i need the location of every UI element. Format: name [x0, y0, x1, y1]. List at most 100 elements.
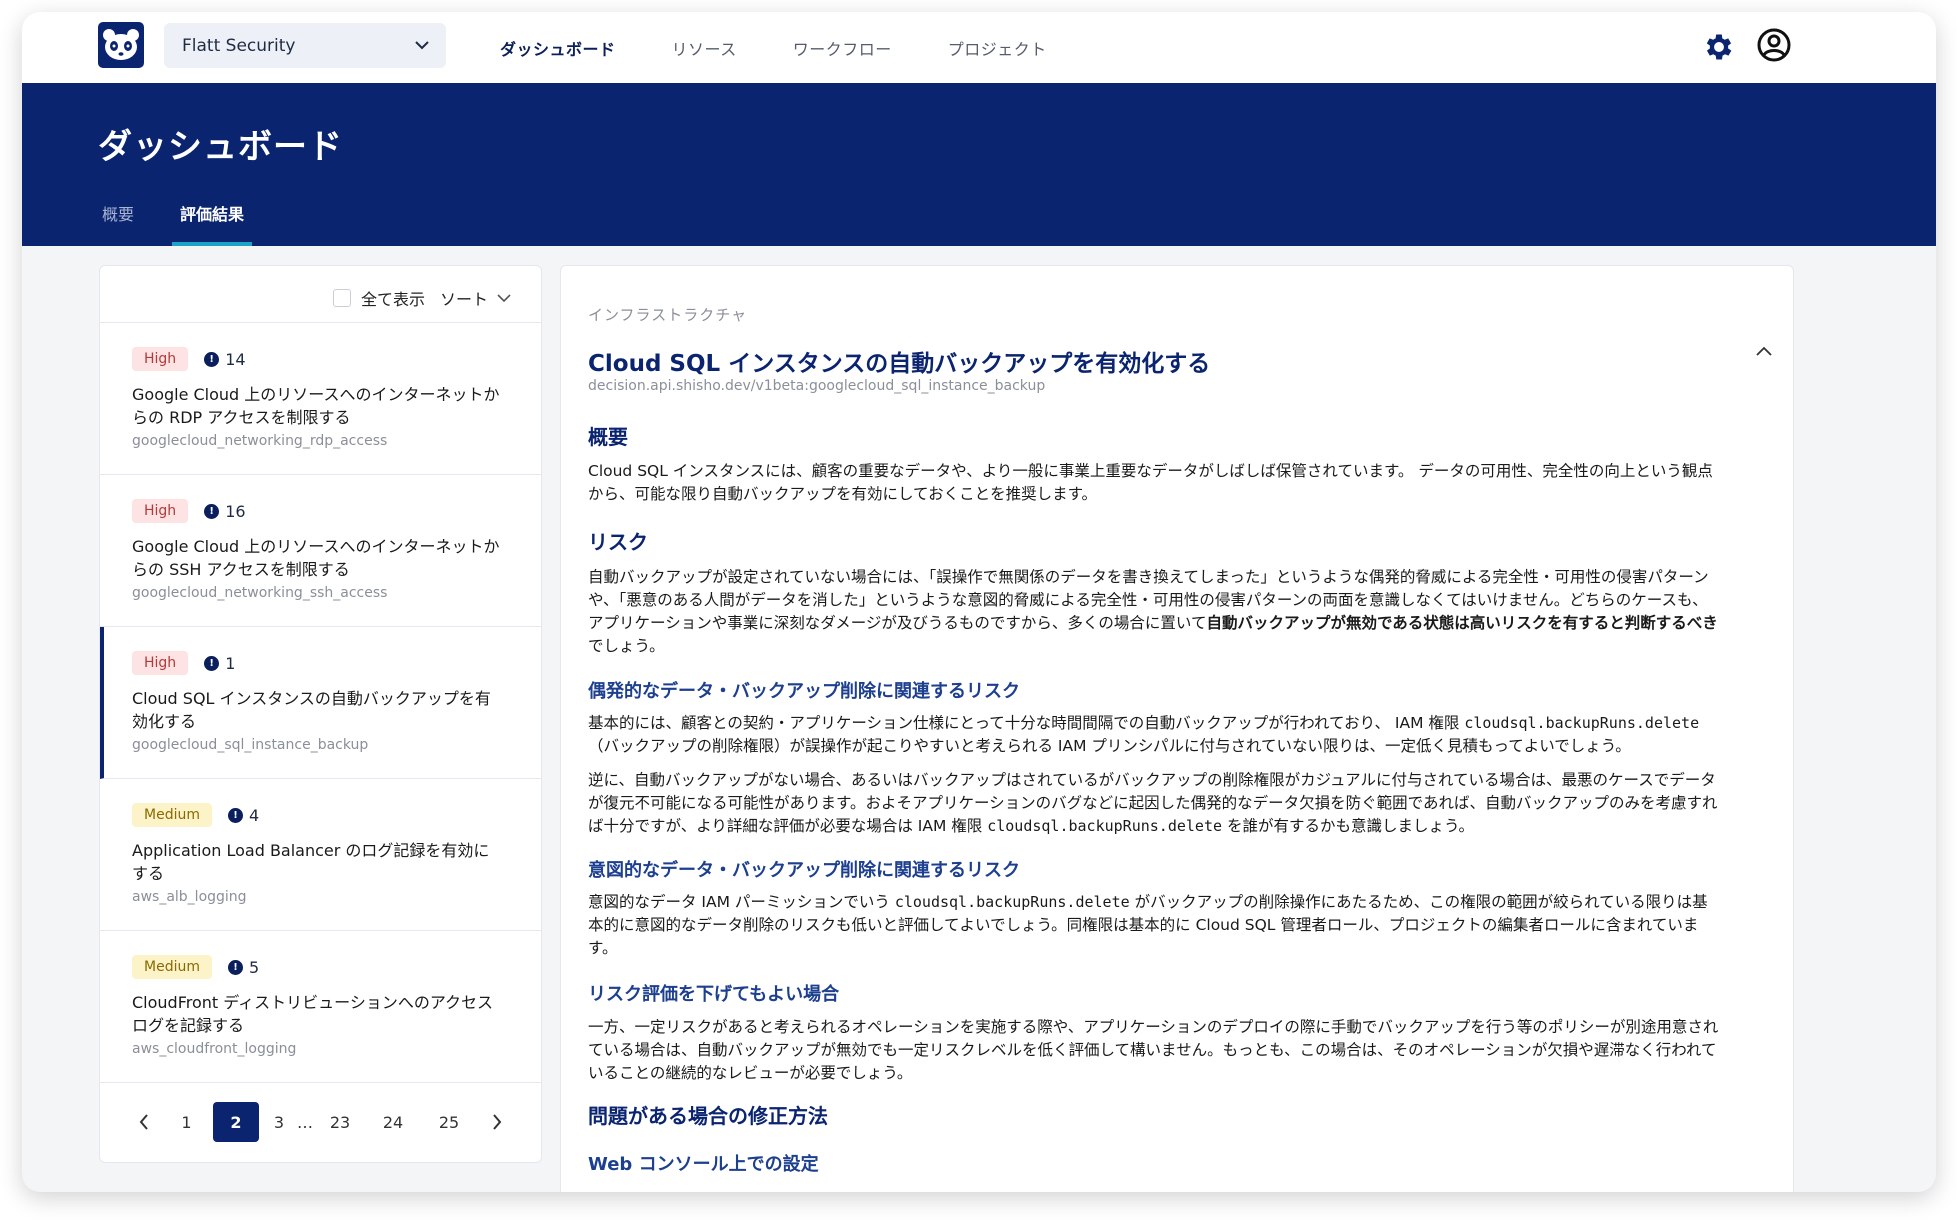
- page-current[interactable]: 2: [213, 1102, 259, 1142]
- permission-code: cloudsql.backupRuns.delete: [894, 893, 1130, 911]
- item-id: googlecloud_sql_instance_backup: [132, 737, 369, 753]
- finding-count: ! 14: [204, 349, 246, 369]
- show-all-toggle[interactable]: 全て表示: [333, 286, 425, 310]
- detail-title: Cloud SQL インスタンスの自動バックアップを有効化する: [588, 351, 1211, 377]
- page-ellipsis: …: [297, 1112, 313, 1132]
- accidental-text-2: 逆に、自動バックアップがない場合、あるいはバックアップはされているがバックアップ…: [588, 769, 1768, 838]
- page-title: ダッシュボード: [98, 127, 343, 167]
- section-heading-risk: リスク: [588, 530, 648, 554]
- item-id: aws_alb_logging: [132, 889, 247, 905]
- page-24[interactable]: 24: [365, 1113, 421, 1132]
- top-navigation: Flatt Security ダッシュボード リソース ワークフロー プロジェク…: [22, 12, 1936, 83]
- finding-count: ! 4: [227, 805, 260, 825]
- page-1[interactable]: 1: [164, 1113, 209, 1132]
- item-title: Google Cloud 上のリソースへのインターネットからの RDP アクセス…: [132, 385, 500, 427]
- tab-overview[interactable]: 概要: [98, 201, 138, 246]
- intentional-line-3: す。: [588, 939, 618, 957]
- item-title: Application Load Balancer のログ記録を有効にする: [132, 841, 490, 883]
- tab-overview-label: 概要: [102, 205, 135, 224]
- organization-name: Flatt Security: [182, 35, 296, 56]
- results-list-panel: 全て表示 ソート High ! 14 Google Cloud 上のリソースへのイ…: [99, 265, 542, 1163]
- accidental-1-line-2: （バックアップの削除権限）が誤操作が起こりやすいと考えられる IAM プリンシパ…: [588, 737, 1631, 755]
- risk-emphasis: 自動バックアップが無効である状態は高いリスクを有すると判断するべき: [1206, 614, 1718, 632]
- finding-count: ! 5: [227, 957, 260, 977]
- risk-line-3: アプリケーションや事業に深刻なダメージが及びうるものですから、多くの場合に置いて…: [588, 612, 1768, 635]
- item-title: Cloud SQL インスタンスの自動バックアップを有効化する: [132, 689, 491, 731]
- overview-text: Cloud SQL インスタンスには、顧客の重要なデータや、より一般に事業上重要…: [588, 460, 1768, 506]
- permission-code: cloudsql.backupRuns.delete: [987, 817, 1223, 835]
- sort-label: ソート: [440, 290, 489, 309]
- chevron-down-icon: [497, 294, 511, 303]
- user-account-icon[interactable]: [1756, 27, 1792, 63]
- finding-count-value: 4: [248, 805, 260, 825]
- finding-count-value: 16: [225, 501, 246, 521]
- organization-select[interactable]: Flatt Security: [164, 23, 446, 68]
- tab-results-label: 評価結果: [180, 205, 245, 224]
- finding-count: ! 1: [204, 654, 235, 673]
- intentional-text-b: がバックアップの削除操作にあたるため、この権限の範囲が絞られている限りは基: [1129, 893, 1708, 911]
- info-icon: !: [204, 351, 220, 367]
- risk-text: 自動バックアップが設定されていない場合には、「誤操作で無関係のデータを書き換えて…: [588, 566, 1768, 658]
- gear-icon[interactable]: [1702, 30, 1736, 64]
- severity-badge: High: [132, 499, 189, 523]
- next-page-button[interactable]: [477, 1113, 517, 1131]
- list-item[interactable]: Medium ! 5 CloudFront ディストリビューションへのアクセスログ…: [100, 931, 541, 1083]
- severity-badge: Medium: [132, 803, 212, 827]
- app-window: Flatt Security ダッシュボード リソース ワークフロー プロジェク…: [22, 12, 1936, 1192]
- page-header: ダッシュボード 概要 評価結果: [22, 83, 1936, 246]
- overview-line-2: から、可能な限り自動バックアップを有効にしておくことを推奨します。: [588, 485, 1098, 503]
- finding-count-value: 5: [248, 957, 260, 977]
- page-3[interactable]: 3: [263, 1113, 295, 1132]
- accidental-2-line-3: ば十分ですが、より詳細な評価が必要な場合は IAM 権限 cloudsql.ba…: [588, 815, 1768, 838]
- page-25[interactable]: 25: [421, 1113, 477, 1132]
- info-icon: !: [227, 807, 243, 823]
- page-tabs: 概要 評価結果: [98, 201, 286, 246]
- pagination: 1 2 3 … 23 24 25: [100, 1082, 541, 1162]
- sort-dropdown[interactable]: ソート: [440, 286, 512, 310]
- intentional-text: 意図的なデータ IAM パーミッションでいう cloudsql.backupRu…: [588, 891, 1768, 960]
- section-heading-web-console: Web コンソール上での設定: [588, 1154, 819, 1175]
- lower-risk-line-3: いることの継続的なレビューが必要でしょう。: [588, 1064, 913, 1082]
- nav-link-resources[interactable]: リソース: [672, 36, 737, 60]
- nav-link-projects[interactable]: プロジェクト: [948, 36, 1047, 60]
- prev-page-button[interactable]: [124, 1113, 164, 1131]
- risk-line-2: や、「悪意のある人間がデータを消した」というような意図的脅威による完全性・可用性…: [588, 591, 1708, 609]
- panda-logo-icon[interactable]: [98, 22, 144, 68]
- nav-link-dashboard[interactable]: ダッシュボード: [500, 36, 616, 60]
- show-all-checkbox[interactable]: [333, 289, 351, 307]
- accidental-2-text-b: を誰が有するかも意識しましょう。: [1222, 817, 1475, 835]
- info-icon: !: [204, 503, 220, 519]
- accidental-2-text-a: ば十分ですが、より詳細な評価が必要な場合は IAM 権限: [588, 817, 988, 835]
- detail-id: decision.api.shisho.dev/v1beta:googleclo…: [588, 378, 1046, 394]
- list-item[interactable]: High ! 14 Google Cloud 上のリソースへのインターネットからの…: [100, 323, 541, 475]
- chevron-down-icon: [415, 41, 429, 50]
- lower-risk-line-1: 一方、一定リスクがあると考えられるオペレーションを実施する際や、アプリケーション…: [588, 1018, 1719, 1036]
- intentional-line-2: 本的に意図的なデータ削除のリスクも低いと評価してよいでしょう。同権限は基本的に …: [588, 916, 1699, 934]
- item-title: Google Cloud 上のリソースへのインターネットからの SSH アクセス…: [132, 537, 500, 579]
- list-toolbar: 全て表示 ソート: [100, 266, 541, 323]
- info-icon: !: [204, 655, 220, 671]
- finding-count-value: 1: [225, 653, 236, 673]
- accidental-1-text: 基本的には、顧客との契約・アプリケーション仕様にとって十分な時間間隔での自動バッ…: [588, 714, 1465, 732]
- risk-line-3a: アプリケーションや事業に深刻なダメージが及びうるものですから、多くの場合に置いて: [588, 614, 1207, 632]
- severity-badge: High: [132, 651, 189, 675]
- section-heading-intentional: 意図的なデータ・バックアップ削除に関連するリスク: [588, 860, 1020, 881]
- page-23[interactable]: 23: [315, 1113, 365, 1132]
- tab-results[interactable]: 評価結果: [172, 201, 253, 246]
- severity-badge: High: [132, 347, 189, 371]
- nav-link-workflows[interactable]: ワークフロー: [793, 36, 892, 60]
- accidental-2-line-1: 逆に、自動バックアップがない場合、あるいはバックアップはされているがバックアップ…: [588, 771, 1716, 789]
- list-item[interactable]: Medium ! 4 Application Load Balancer のログ記…: [100, 779, 541, 931]
- section-heading-accidental: 偶発的なデータ・バックアップ削除に関連するリスク: [588, 681, 1020, 702]
- section-heading-remediation: 問題がある場合の修正方法: [588, 1104, 828, 1128]
- list-item-selected[interactable]: High ! 1 Cloud SQL インスタンスの自動バックアップを有効化する …: [100, 627, 541, 779]
- chevron-up-icon[interactable]: [1754, 344, 1774, 360]
- list-item[interactable]: High ! 16 Google Cloud 上のリソースへのインターネットからの…: [100, 475, 541, 627]
- finding-count-value: 14: [225, 349, 246, 369]
- accidental-text-1: 基本的には、顧客との契約・アプリケーション仕様にとって十分な時間間隔での自動バッ…: [588, 712, 1768, 758]
- section-heading-lower-risk: リスク評価を下げてもよい場合: [588, 984, 840, 1005]
- permission-code: cloudsql.backupRuns.delete: [1464, 714, 1700, 732]
- accidental-2-line-2: が復元不可能になる可能性があります。およそアプリケーションのバグなどに起因した偶…: [588, 794, 1718, 812]
- risk-line-1: 自動バックアップが設定されていない場合には、「誤操作で無関係のデータを書き換えて…: [588, 568, 1709, 586]
- item-title: CloudFront ディストリビューションへのアクセスログを記録する: [132, 993, 494, 1035]
